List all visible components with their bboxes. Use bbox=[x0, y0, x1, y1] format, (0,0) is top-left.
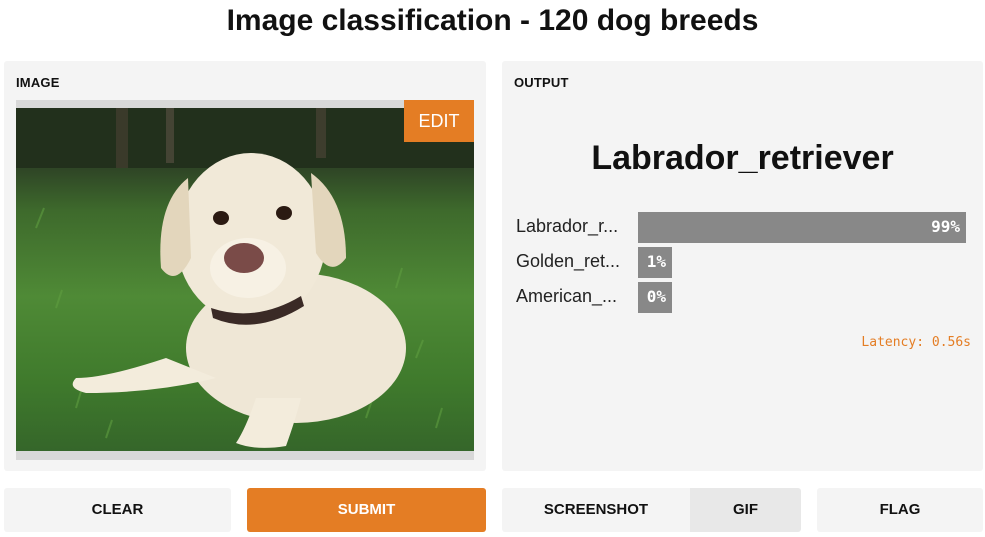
confidence-percent: 99% bbox=[931, 217, 960, 236]
page-title: Image classification - 120 dog breeds bbox=[226, 4, 759, 37]
output-panel: OUTPUT Labrador_retriever Labrador_r... … bbox=[502, 61, 983, 471]
confidence-percent: 0% bbox=[646, 287, 666, 306]
confidence-label: Golden_ret... bbox=[516, 251, 621, 271]
gif-button[interactable]: GIF bbox=[690, 488, 801, 532]
confidence-row: American_... 0% bbox=[516, 282, 976, 313]
confidence-percent: 1% bbox=[646, 252, 666, 271]
confidence-label: American_... bbox=[516, 286, 618, 306]
confidence-bar: 99% bbox=[638, 212, 966, 243]
labrador-puppy-image bbox=[16, 108, 474, 448]
output-panel-label: OUTPUT bbox=[514, 75, 569, 90]
latency-text: Latency: 0.56s bbox=[861, 335, 971, 350]
screenshot-button[interactable]: SCREENSHOT bbox=[502, 488, 690, 532]
confidence-bar: 0% bbox=[638, 282, 672, 313]
dog-photo bbox=[16, 108, 474, 451]
confidence-row: Golden_ret... 1% bbox=[516, 247, 976, 278]
confidence-label: Labrador_r... bbox=[516, 216, 619, 236]
image-frame[interactable] bbox=[16, 100, 474, 460]
predicted-label: Labrador_retriever bbox=[591, 139, 894, 177]
flag-button[interactable]: FLAG bbox=[817, 488, 983, 532]
image-input-panel: IMAGE EDIT bbox=[4, 61, 486, 471]
edit-image-button[interactable]: EDIT bbox=[404, 100, 474, 142]
confidence-bar: 1% bbox=[638, 247, 672, 278]
clear-button[interactable]: CLEAR bbox=[4, 488, 231, 532]
confidence-row: Labrador_r... 99% bbox=[516, 212, 976, 243]
image-panel-label: IMAGE bbox=[16, 75, 60, 90]
submit-button[interactable]: SUBMIT bbox=[247, 488, 486, 532]
